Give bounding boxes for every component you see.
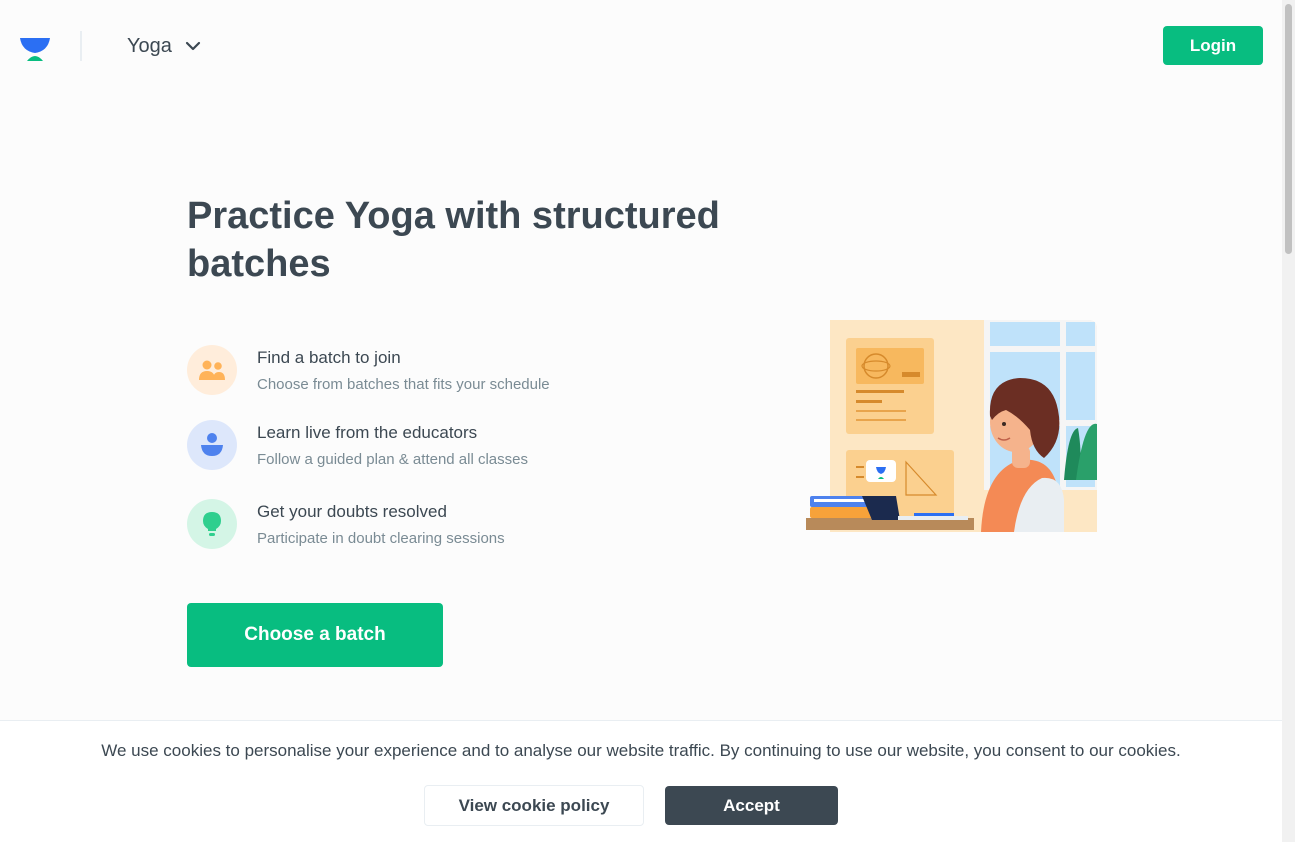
page: Yoga Login Practice Yoga with structured… (0, 0, 1295, 842)
feature-subtitle: Participate in doubt clearing sessions (257, 530, 505, 547)
top-navbar: Yoga Login (0, 0, 1282, 90)
page-scrollbar[interactable] (1282, 0, 1295, 842)
login-button[interactable]: Login (1163, 26, 1263, 65)
feature-learn-live: Learn live from the educators Follow a g… (187, 420, 528, 470)
page-title: Practice Yoga with structured batches (187, 195, 720, 285)
unacademy-logo-icon[interactable] (18, 36, 52, 64)
view-cookie-policy-button[interactable]: View cookie policy (424, 785, 644, 826)
feature-subtitle: Follow a guided plan & attend all classe… (257, 451, 528, 468)
feature-find-batch: Find a batch to join Choose from batches… (187, 345, 550, 395)
feature-title: Find a batch to join (257, 348, 401, 367)
feature-doubts: Get your doubts resolved Participate in … (187, 499, 505, 549)
educator-icon (187, 420, 237, 470)
accept-cookies-button[interactable]: Accept (665, 786, 838, 825)
choose-batch-button[interactable]: Choose a batch (187, 603, 443, 667)
cookie-message: We use cookies to personalise your exper… (101, 741, 1181, 760)
scrollbar-thumb[interactable] (1285, 4, 1292, 254)
lightbulb-icon (187, 499, 237, 549)
header-divider (80, 31, 82, 61)
learner-at-desk-illustration (806, 320, 1097, 532)
feature-title: Get your doubts resolved (257, 502, 447, 521)
feature-title: Learn live from the educators (257, 423, 478, 442)
feature-subtitle: Choose from batches that fits your sched… (257, 376, 550, 393)
goal-label: Yoga (127, 34, 172, 57)
cookie-consent-bar: We use cookies to personalise your exper… (0, 720, 1282, 842)
group-icon (187, 345, 237, 395)
chevron-down-icon (185, 41, 200, 51)
goal-selector[interactable]: Yoga (127, 32, 202, 60)
